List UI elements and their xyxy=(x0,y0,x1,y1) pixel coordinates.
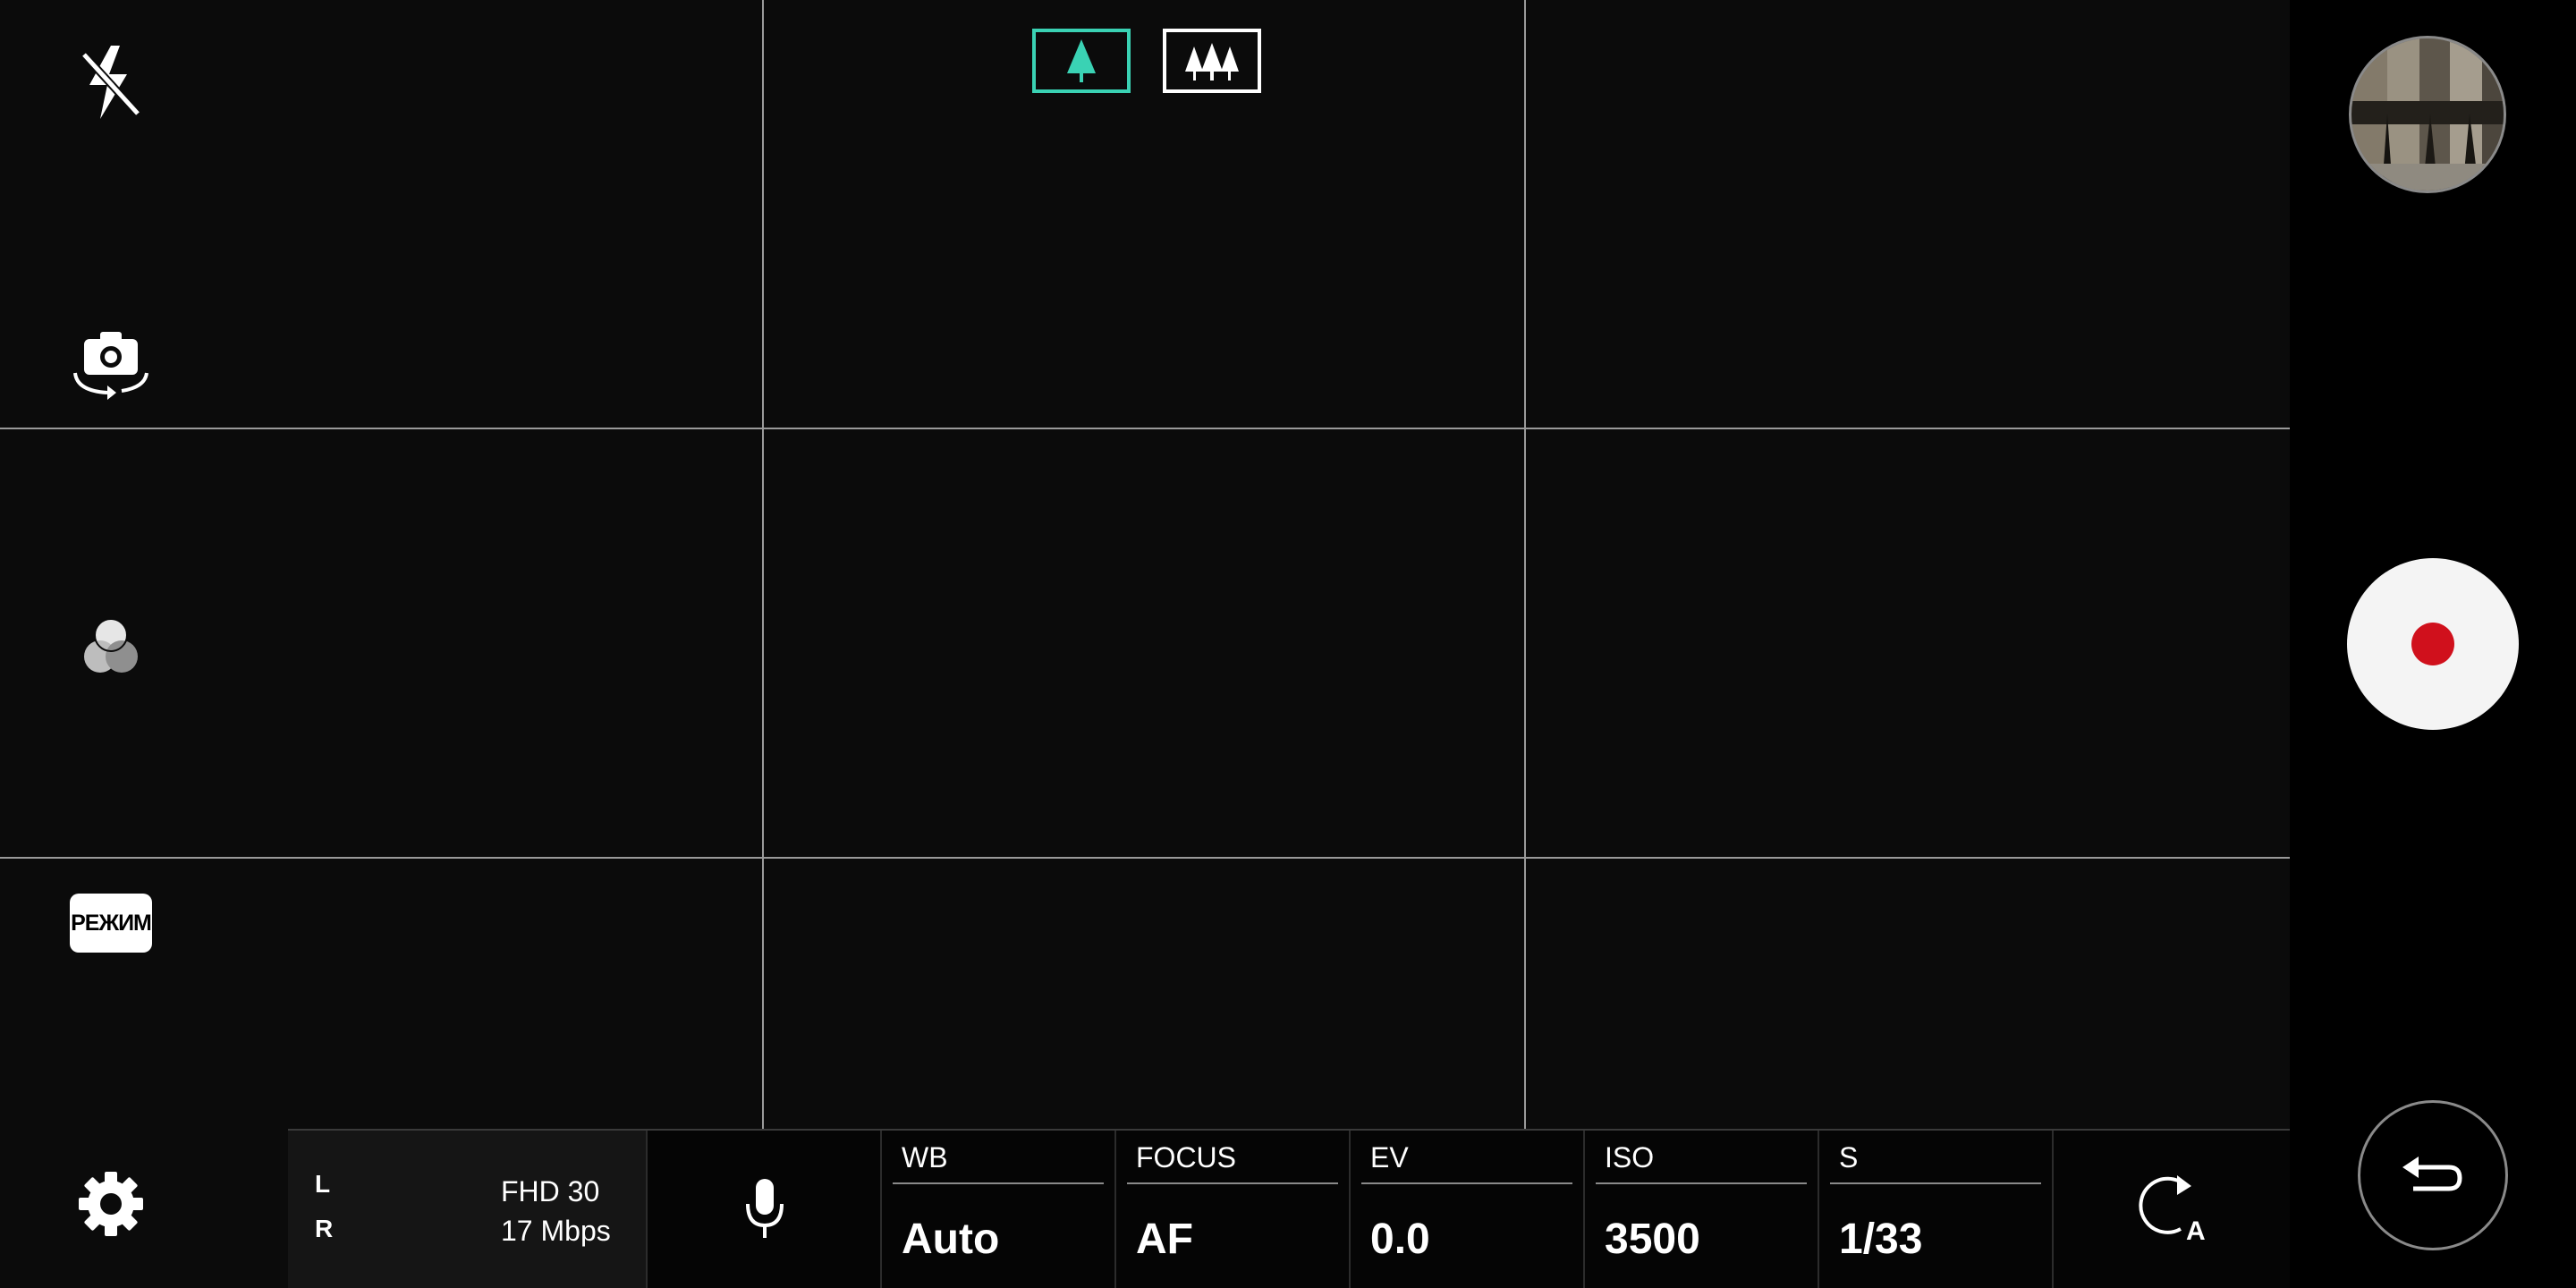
mode-label: РЕЖИМ xyxy=(71,910,152,936)
microphone-icon xyxy=(746,1179,784,1238)
grid-line-vertical-2 xyxy=(1524,0,1526,1129)
focus-divider xyxy=(1127,1182,1338,1184)
shutter-speed-value: 1/33 xyxy=(1839,1216,1923,1263)
wb-control[interactable]: WB Auto xyxy=(880,1131,1114,1288)
grid-line-horizontal-2 xyxy=(0,857,2290,859)
auto-reset-icon: A xyxy=(2139,1175,2206,1243)
audio-resolution-panel[interactable]: L R FHD 30 17 Mbps xyxy=(288,1131,646,1288)
ev-divider xyxy=(1361,1182,1572,1184)
back-arrow-icon xyxy=(2402,1157,2462,1191)
iso-value: 3500 xyxy=(1605,1216,1700,1263)
svg-text:A: A xyxy=(2186,1216,2206,1243)
flash-off-icon xyxy=(80,46,141,119)
viewfinder[interactable] xyxy=(0,0,2290,1288)
mode-button[interactable]: РЕЖИМ xyxy=(63,875,159,971)
auto-reset-button[interactable]: A xyxy=(2052,1131,2290,1288)
shutter-speed-label: S xyxy=(1839,1141,1859,1174)
microphone-button[interactable] xyxy=(646,1131,880,1288)
wb-value: Auto xyxy=(902,1216,1000,1263)
flash-button[interactable] xyxy=(63,34,159,131)
focus-control[interactable]: FOCUS AF xyxy=(1114,1131,1349,1288)
camera-switch-icon xyxy=(73,332,148,400)
back-button[interactable] xyxy=(2358,1100,2508,1250)
shutter-speed-control[interactable]: S 1/33 xyxy=(1818,1131,2052,1288)
focus-label: FOCUS xyxy=(1136,1141,1236,1174)
gallery-thumbnail xyxy=(2351,38,2504,191)
record-button[interactable] xyxy=(2347,558,2519,730)
gallery-thumbnail-button[interactable] xyxy=(2349,36,2506,193)
lens-wide-button[interactable] xyxy=(1163,29,1261,93)
right-control-panel xyxy=(2290,0,2576,1288)
color-filter-icon xyxy=(84,618,138,673)
record-icon xyxy=(2411,623,2454,665)
ev-value: 0.0 xyxy=(1370,1216,1430,1263)
wb-label: WB xyxy=(902,1141,948,1174)
gear-icon xyxy=(79,1172,143,1236)
wb-divider xyxy=(893,1182,1104,1184)
single-tree-icon xyxy=(1067,39,1096,82)
video-resolution: FHD 30 xyxy=(501,1175,600,1208)
shutter-speed-divider xyxy=(1830,1182,2041,1184)
iso-control[interactable]: ISO 3500 xyxy=(1583,1131,1818,1288)
lens-standard-button[interactable] xyxy=(1032,29,1131,93)
ev-control[interactable]: EV 0.0 xyxy=(1349,1131,1583,1288)
grid-line-horizontal-1 xyxy=(0,428,2290,429)
camera-app: РЕЖИМ L R FHD 30 17 Mbps WB Auto FOCUS A… xyxy=(0,0,2576,1288)
focus-value: AF xyxy=(1136,1216,1193,1263)
switch-camera-button[interactable] xyxy=(63,315,159,411)
video-bitrate: 17 Mbps xyxy=(501,1215,611,1247)
mode-badge: РЕЖИМ xyxy=(70,894,152,953)
audio-right-channel: R xyxy=(315,1215,334,1242)
iso-divider xyxy=(1596,1182,1807,1184)
iso-label: ISO xyxy=(1605,1141,1655,1174)
settings-button[interactable] xyxy=(63,1156,159,1252)
filter-button[interactable] xyxy=(63,599,159,696)
audio-left-channel: L xyxy=(315,1170,331,1198)
grid-line-vertical-1 xyxy=(762,0,764,1129)
ev-label: EV xyxy=(1370,1141,1409,1174)
three-trees-icon xyxy=(1185,43,1239,80)
manual-controls-bar: L R FHD 30 17 Mbps WB Auto FOCUS AF EV 0 xyxy=(288,1129,2290,1288)
